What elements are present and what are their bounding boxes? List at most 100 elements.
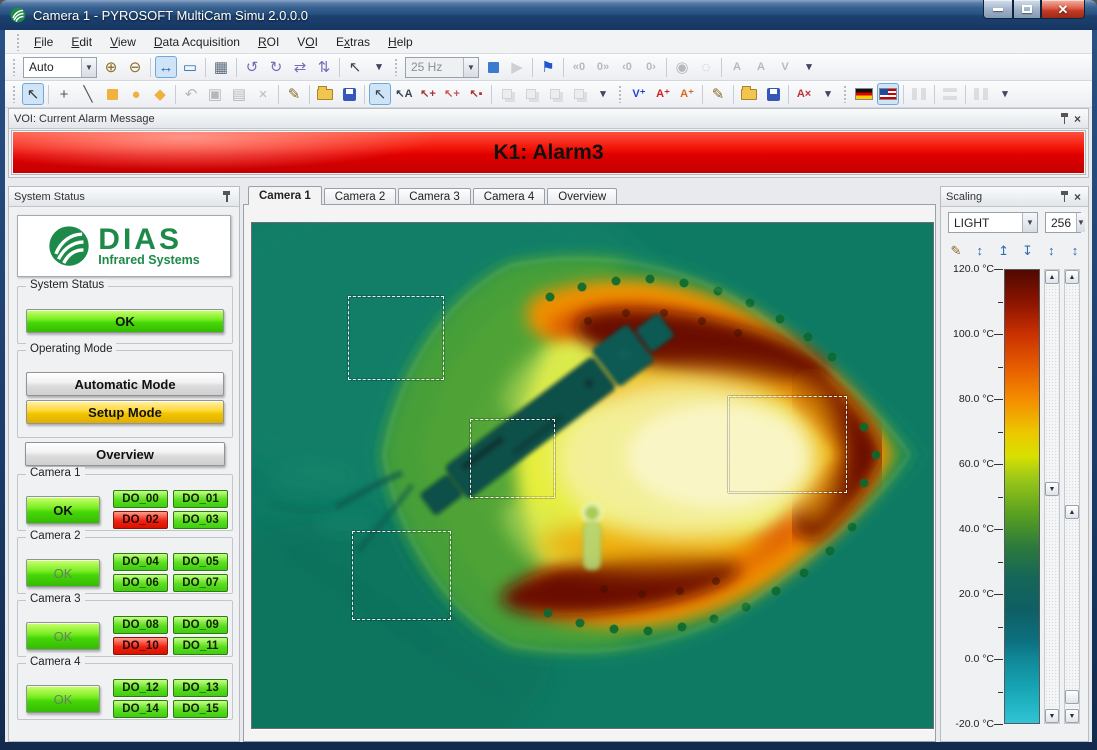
fullscreen-icon[interactable]: ▭ xyxy=(179,56,201,78)
order-front-icon xyxy=(496,83,518,105)
order-front-icon-glyph xyxy=(502,89,512,99)
chevron-down-icon[interactable]: ▼ xyxy=(1022,213,1037,232)
framerate-combo[interactable]: 25 Hz ▼ xyxy=(405,57,479,78)
voi-save-icon[interactable] xyxy=(762,83,784,105)
toolbar-overflow-icon[interactable]: ▾ xyxy=(368,56,390,78)
roi-properties-icon[interactable]: ✎ xyxy=(283,83,305,105)
scale-max-up-icon[interactable]: ↥ xyxy=(994,240,1014,260)
scale-max-up-button[interactable]: ▲ xyxy=(1045,270,1059,284)
roi-box-3[interactable] xyxy=(352,531,451,620)
chevron-down-icon[interactable]: ▼ xyxy=(1076,213,1085,232)
toolbar-separator xyxy=(702,85,703,104)
scale-full-range-icon[interactable]: ↕ xyxy=(1041,240,1061,260)
pointer-mode-icon[interactable]: ↖ xyxy=(344,56,366,78)
alarm-banner: K1: Alarm3 xyxy=(13,132,1084,173)
roi-box-1[interactable] xyxy=(348,296,444,380)
grid-icon[interactable]: ▦ xyxy=(210,56,232,78)
roi-open-icon[interactable] xyxy=(314,83,336,105)
roi-line-icon[interactable]: ╲ xyxy=(77,83,99,105)
system-status-group: System Status OK xyxy=(17,286,233,344)
stop-icon[interactable] xyxy=(482,56,504,78)
voi-add-icon[interactable]: V⁺ xyxy=(628,83,650,105)
tab-camera-4[interactable]: Camera 4 xyxy=(473,188,546,205)
zoom-in-icon[interactable]: ⊕ xyxy=(100,56,122,78)
pin-icon[interactable] xyxy=(222,190,231,203)
zoom-out-icon[interactable]: ⊖ xyxy=(124,56,146,78)
flip-horizontal-icon[interactable]: ⇄ xyxy=(289,56,311,78)
menu-voi[interactable]: VOI xyxy=(288,31,327,53)
tab-overview[interactable]: Overview xyxy=(547,188,617,205)
scale-min-down-button[interactable]: ▼ xyxy=(1065,709,1079,723)
scale-max-down-button[interactable]: ▼ xyxy=(1045,709,1059,723)
voi-open-icon[interactable] xyxy=(738,83,760,105)
chevron-down-icon[interactable]: ▼ xyxy=(463,58,478,77)
roi-add-point-icon[interactable]: ↖+ xyxy=(417,83,439,105)
minimize-button[interactable] xyxy=(983,0,1013,19)
rotate-left-icon[interactable]: ↺ xyxy=(241,56,263,78)
zoom-fit-icon[interactable]: ↔ xyxy=(155,56,177,78)
roi-select-icon[interactable]: ↖ xyxy=(22,83,44,105)
menu-extras[interactable]: Extras xyxy=(327,31,379,53)
roi-edit-select-icon[interactable]: ↖ xyxy=(369,83,391,105)
toolbar-overflow-icon[interactable]: ▾ xyxy=(592,83,614,105)
scale-min-up-button[interactable]: ▲ xyxy=(1065,270,1079,284)
automatic-mode-button[interactable]: Automatic Mode xyxy=(26,372,224,396)
scale-expand-icon[interactable]: ↕ xyxy=(970,240,990,260)
toolbar-overflow-icon[interactable]: ▾ xyxy=(817,83,839,105)
overview-button[interactable]: Overview xyxy=(25,442,225,466)
close-button[interactable]: ✕ xyxy=(1041,0,1085,19)
order-backward-icon-glyph xyxy=(574,89,584,99)
scale-min-down-icon[interactable]: ↧ xyxy=(1017,240,1037,260)
alarm-add-extended-icon[interactable]: A⁺ xyxy=(676,83,698,105)
tab-camera-3[interactable]: Camera 3 xyxy=(398,188,471,205)
close-panel-icon[interactable]: × xyxy=(1074,113,1081,125)
language-english-icon[interactable] xyxy=(877,83,899,105)
alarm-delete-icon[interactable]: A× xyxy=(793,83,815,105)
roi-add-rect-icon[interactable]: ↖▪ xyxy=(465,83,487,105)
scale-max-thumb[interactable]: ▼ xyxy=(1045,482,1059,496)
roi-rectangle-icon[interactable] xyxy=(101,83,123,105)
voi-properties-icon[interactable]: ✎ xyxy=(707,83,729,105)
roi-edit-label-icon[interactable]: ↖A xyxy=(393,83,415,105)
roi-box-2[interactable] xyxy=(470,419,555,498)
menu-data-acquisition[interactable]: Data Acquisition xyxy=(145,31,249,53)
pin-icon[interactable] xyxy=(1060,112,1069,125)
roi-polygon-icon[interactable]: ◆ xyxy=(149,83,171,105)
toolbar-overflow-icon[interactable]: ▾ xyxy=(798,56,820,78)
scale-min-track[interactable]: ▲ ▲ ▼ xyxy=(1064,269,1080,724)
language-german-icon[interactable] xyxy=(853,83,875,105)
roi-point-icon[interactable]: + xyxy=(53,83,75,105)
pin-icon[interactable] xyxy=(1060,190,1069,203)
roi-circle-icon[interactable]: ● xyxy=(125,83,147,105)
roi-box-4[interactable] xyxy=(728,396,847,493)
menu-roi[interactable]: ROI xyxy=(249,31,288,53)
scale-min-thumb[interactable]: ▲ xyxy=(1065,505,1079,519)
palette-combo[interactable]: LIGHT ▼ xyxy=(948,212,1038,233)
chevron-down-icon[interactable]: ▼ xyxy=(81,58,96,77)
toolbar-overflow-icon[interactable]: ▾ xyxy=(994,83,1016,105)
menu-file[interactable]: File xyxy=(25,31,62,53)
marker-flag-icon[interactable]: ⚑ xyxy=(537,56,559,78)
scale-auto-range-icon[interactable]: ↕ xyxy=(1065,240,1085,260)
menu-help[interactable]: Help xyxy=(379,31,422,53)
roi-delete-point-icon[interactable]: ↖+ xyxy=(441,83,463,105)
scaling-properties-icon[interactable]: ✎ xyxy=(946,240,966,260)
setup-mode-button[interactable]: Setup Mode xyxy=(26,400,224,424)
thermal-image-view[interactable] xyxy=(251,222,934,729)
scale-max-track[interactable]: ▲ ▼ ▼ xyxy=(1044,269,1060,724)
menu-view[interactable]: View xyxy=(101,31,145,53)
tab-camera-1[interactable]: Camera 1 xyxy=(248,186,322,205)
rotate-right-icon[interactable]: ↻ xyxy=(265,56,287,78)
flip-vertical-icon[interactable]: ⇅ xyxy=(313,56,335,78)
tab-camera-2[interactable]: Camera 2 xyxy=(324,188,397,205)
alarm-add-icon[interactable]: A⁺ xyxy=(652,83,674,105)
levels-combo[interactable]: 256 ▼ xyxy=(1045,212,1081,233)
menu-edit[interactable]: Edit xyxy=(62,31,101,53)
scale-min-blank-thumb[interactable] xyxy=(1065,690,1079,704)
maximize-icon xyxy=(1022,5,1032,13)
roi-save-icon[interactable] xyxy=(338,83,360,105)
maximize-button[interactable] xyxy=(1013,0,1041,19)
toolbar-grip xyxy=(843,85,847,103)
zoom-mode-combo[interactable]: Auto ▼ xyxy=(23,57,97,78)
close-panel-icon[interactable]: × xyxy=(1074,191,1081,203)
